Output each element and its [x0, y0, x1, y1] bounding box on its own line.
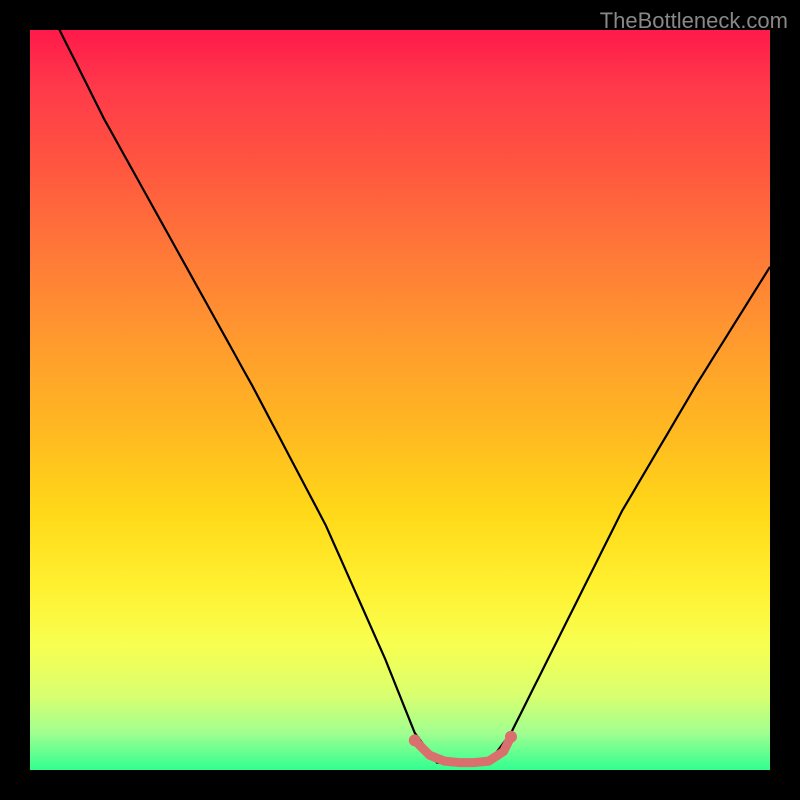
chart-svg: [30, 30, 770, 770]
highlight-endpoint-dot: [505, 731, 517, 743]
chart-plot-area: [30, 30, 770, 770]
highlight-curve-line: [415, 737, 511, 763]
watermark-text: TheBottleneck.com: [600, 8, 788, 34]
main-curve-line: [30, 30, 770, 763]
highlight-endpoint-dot: [409, 734, 421, 746]
highlight-dots: [409, 731, 517, 747]
